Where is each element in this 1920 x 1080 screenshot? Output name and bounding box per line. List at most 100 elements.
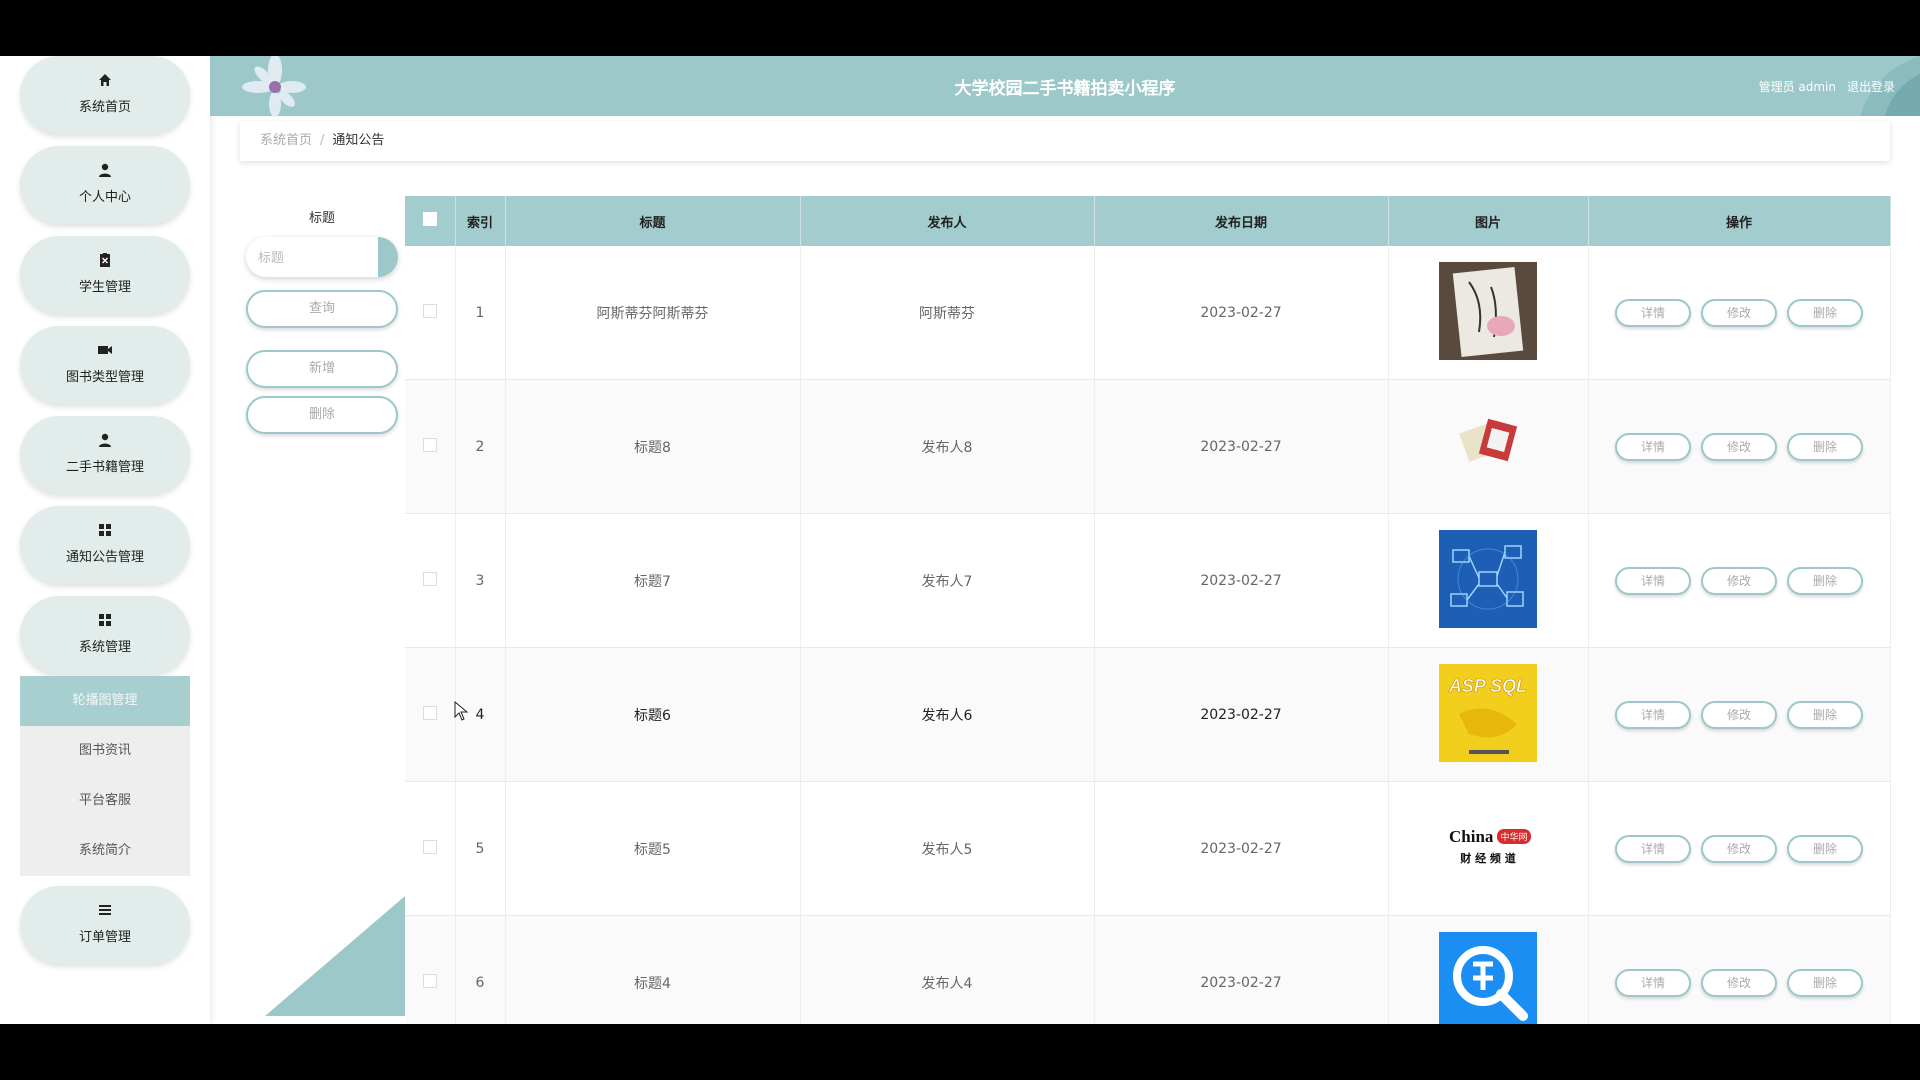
china-logo-badge: 中华网 <box>1500 831 1527 843</box>
table-row: 3 标题7 发布人7 2023-02-27 详情 修改 删除 <box>405 513 1891 648</box>
cell-date: 2023-02-27 <box>1094 781 1389 916</box>
sidebar-item-home[interactable]: 系统首页 <box>20 56 190 134</box>
select-all-checkbox[interactable] <box>422 212 437 226</box>
sidebar-item-notices[interactable]: 通知公告管理 <box>20 506 190 584</box>
detail-button[interactable]: 详情 <box>1615 834 1691 863</box>
cell-actions: 详情 修改 删除 <box>1588 379 1891 514</box>
sidebar-item-students[interactable]: 学生管理 <box>20 236 190 314</box>
sidebar-item-profile[interactable]: 个人中心 <box>20 146 190 224</box>
delete-button[interactable]: 删除 <box>1787 968 1863 997</box>
title-search-input[interactable] <box>246 237 398 277</box>
cell-image <box>1388 246 1589 380</box>
submenu-item-carousel[interactable]: 轮播图管理 <box>20 676 190 726</box>
submenu-item-book-news[interactable]: 图书资讯 <box>20 726 190 776</box>
book-cover-novel-image <box>1439 261 1537 360</box>
cell-image: ASP SQL <box>1388 647 1589 782</box>
cell-actions: 详情 修改 删除 <box>1588 781 1891 916</box>
sidebar-item-system[interactable]: 系统管理 <box>20 596 190 674</box>
sidebar-item-orders[interactable]: 订单管理 <box>20 886 190 964</box>
delete-button[interactable]: 删除 <box>1787 834 1863 863</box>
logout-link[interactable]: 退出登录 <box>1847 78 1895 95</box>
user-icon <box>97 432 113 448</box>
row-select-cell[interactable] <box>405 915 456 1024</box>
row-select-cell[interactable] <box>405 781 456 916</box>
delete-button[interactable]: 删除 <box>1787 298 1863 327</box>
cell-title: 标题6 <box>505 647 801 782</box>
cell-title: 标题8 <box>505 379 801 514</box>
cell-index: 3 <box>455 513 506 648</box>
delete-button[interactable]: 删除 <box>1787 700 1863 729</box>
cell-publisher: 发布人4 <box>800 915 1095 1024</box>
cell-publisher: 发布人6 <box>800 647 1095 782</box>
breadcrumb-home[interactable]: 系统首页 <box>260 133 312 148</box>
column-header-index: 索引 <box>455 196 506 246</box>
row-checkbox[interactable] <box>422 571 437 586</box>
sidebar-item-label: 订单管理 <box>78 930 131 945</box>
edit-button[interactable]: 修改 <box>1701 432 1777 461</box>
edit-button[interactable]: 修改 <box>1701 298 1777 327</box>
table-row: 1 阿斯蒂芬阿斯蒂芬 阿斯蒂芬 2023-02-27 详情 修改 删除 <box>405 246 1891 380</box>
list-icon <box>97 902 113 918</box>
china-logo-image: China 中华网 财 经 频 道 <box>1439 797 1537 896</box>
row-select-cell[interactable] <box>405 647 456 782</box>
column-header-image: 图片 <box>1388 196 1589 246</box>
china-logo-sub: 财 经 频 道 <box>1459 851 1516 865</box>
table-row: 4 标题6 发布人6 2023-02-27 ASP SQL 详情 修改 删除 <box>405 647 1891 782</box>
clipboard-icon <box>97 252 113 268</box>
sidebar-item-book-types[interactable]: 图书类型管理 <box>20 326 190 404</box>
row-select-cell[interactable] <box>405 246 456 380</box>
select-all-header[interactable] <box>405 196 456 246</box>
cell-publisher: 发布人7 <box>800 513 1095 648</box>
search-label: 标题 <box>308 211 335 226</box>
cell-image: China 中华网 财 经 频 道 <box>1388 781 1589 916</box>
detail-button[interactable]: 详情 <box>1615 700 1691 729</box>
sidebar-item-label: 图书类型管理 <box>65 370 144 385</box>
sidebar-item-used-books[interactable]: 二手书籍管理 <box>20 416 190 494</box>
edit-button[interactable]: 修改 <box>1701 700 1777 729</box>
add-button[interactable]: 新增 <box>246 350 398 388</box>
table-row: 6 标题4 发布人4 2023-02-27 详情 修改 删除 <box>405 915 1891 1024</box>
cell-actions: 详情 修改 删除 <box>1588 513 1891 648</box>
app-window: 系统首页 个人中心 学生管理 图书类型管理 二手书籍管理 通知公告管理 系统管理… <box>0 56 1920 1024</box>
edit-button[interactable]: 修改 <box>1701 834 1777 863</box>
cell-date: 2023-02-27 <box>1094 246 1389 380</box>
system-submenu: 轮播图管理 图书资讯 平台客服 系统简介 <box>20 676 190 876</box>
delete-button[interactable]: 删除 <box>1787 432 1863 461</box>
cell-index: 2 <box>455 379 506 514</box>
table-row: 2 标题8 发布人8 2023-02-27 详情 修改 删除 <box>405 379 1891 514</box>
sidebar-item-label: 通知公告管理 <box>65 550 144 565</box>
cell-index: 6 <box>455 915 506 1024</box>
cell-image <box>1388 379 1589 514</box>
video-icon <box>97 342 113 358</box>
user-icon <box>97 162 113 178</box>
mouse-cursor-icon <box>454 701 469 721</box>
sidebar-item-label: 系统首页 <box>78 100 131 115</box>
submenu-item-customer-service[interactable]: 平台客服 <box>20 776 190 826</box>
home-icon <box>97 72 113 88</box>
column-header-publisher: 发布人 <box>800 196 1095 246</box>
row-select-cell[interactable] <box>405 513 456 648</box>
grid-icon <box>97 522 113 538</box>
submenu-item-about[interactable]: 系统简介 <box>20 826 190 876</box>
table-row: 5 标题5 发布人5 2023-02-27 China 中华网 财 经 频 道 <box>405 781 1891 916</box>
row-checkbox[interactable] <box>422 973 437 988</box>
detail-button[interactable]: 详情 <box>1615 968 1691 997</box>
detail-button[interactable]: 详情 <box>1615 298 1691 327</box>
edit-button[interactable]: 修改 <box>1701 968 1777 997</box>
cell-title: 标题4 <box>505 915 801 1024</box>
batch-delete-button[interactable]: 删除 <box>246 396 398 434</box>
sidebar-item-label: 个人中心 <box>78 190 131 205</box>
row-select-cell[interactable] <box>405 379 456 514</box>
breadcrumb-current: 通知公告 <box>332 133 385 148</box>
row-checkbox[interactable] <box>422 437 437 452</box>
detail-button[interactable]: 详情 <box>1615 566 1691 595</box>
delete-button[interactable]: 删除 <box>1787 566 1863 595</box>
row-checkbox[interactable] <box>422 705 437 720</box>
edit-button[interactable]: 修改 <box>1701 566 1777 595</box>
row-checkbox[interactable] <box>422 839 437 854</box>
column-header-title: 标题 <box>505 196 801 246</box>
detail-button[interactable]: 详情 <box>1615 432 1691 461</box>
search-input-accent <box>378 237 398 277</box>
query-button[interactable]: 查询 <box>246 290 398 328</box>
row-checkbox[interactable] <box>422 303 437 318</box>
